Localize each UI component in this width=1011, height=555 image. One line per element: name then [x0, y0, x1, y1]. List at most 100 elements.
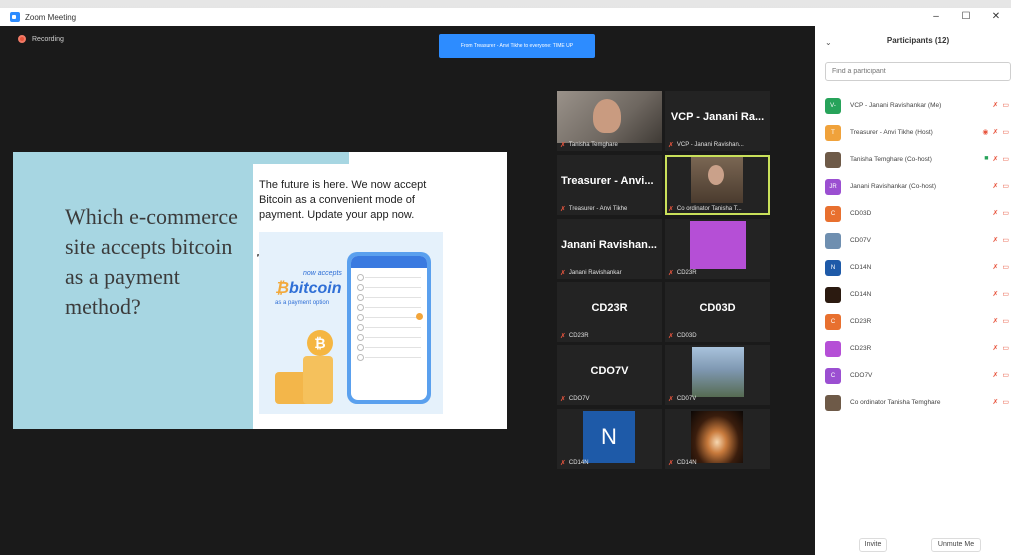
participant-name: CD07V — [850, 237, 871, 244]
tile-name-text: CD14N — [568, 460, 589, 466]
participant-row[interactable]: V- VCP - Janani Ravishankar (Me) ✗ ▭ — [825, 92, 1011, 119]
tile-display-name: CDO7V — [590, 365, 629, 377]
participant-row[interactable]: C CD23R ✗ ▭ — [825, 308, 1011, 335]
video-off-icon: ▭ — [1002, 318, 1009, 325]
tile-name-text: VCP - Janani Ravishan... — [676, 142, 744, 148]
video-off-icon: ▭ — [1002, 372, 1009, 379]
chat-notification[interactable]: From Treasurer - Anvi Tikhe to everyone:… — [439, 34, 595, 58]
tile-name-text: Janani Ravishankar — [568, 270, 622, 276]
muted-mic-icon: ✗ — [992, 156, 999, 163]
participant-row[interactable]: C CD03D ✗ ▭ — [825, 200, 1011, 227]
video-tile[interactable]: ✗ Tanisha Temghare — [557, 91, 662, 151]
participant-row[interactable]: Co ordinator Tanisha Temghare ✗ ▭ — [825, 389, 1011, 416]
participant-avatar: JR — [825, 178, 841, 195]
phone-row — [357, 334, 421, 341]
video-tile[interactable]: ✗ Co ordinator Tanisha T... — [665, 155, 770, 215]
participant-avatar: C — [825, 367, 841, 384]
video-tile[interactable]: Janani Ravishan... ✗ Janani Ravishankar — [557, 219, 662, 279]
participant-avatar: C — [825, 313, 841, 330]
participant-status-icons: ✗ ▭ — [993, 101, 1010, 109]
video-tile[interactable]: CD23R ✗ CD23R — [557, 282, 662, 342]
zoom-window: Zoom Meeting – ☐ ✕ Recording From Treasu… — [0, 8, 1011, 555]
video-off-icon: ▭ — [1002, 210, 1009, 217]
participant-row[interactable]: N CD14N ✗ ▭ — [825, 254, 1011, 281]
tile-name-label: ✗ CD23R — [560, 332, 589, 340]
video-tile[interactable]: ✗ CD07V — [665, 345, 770, 405]
tile-name-text: CD03D — [676, 333, 697, 339]
muted-mic-icon: ✗ — [668, 270, 674, 277]
participant-avatar-initial: N — [583, 411, 635, 463]
zoom-logo-icon — [10, 12, 20, 22]
participant-name: Treasurer - Anvi Tikhe (Host) — [850, 129, 933, 136]
participant-video — [691, 157, 743, 203]
participant-row[interactable]: T Treasurer - Anvi Tikhe (Host) ◉ ✗ ▭ — [825, 119, 1011, 146]
tile-name-label: ✗ CD23R — [668, 269, 697, 277]
participant-avatar-image — [690, 221, 746, 269]
participant-video — [557, 91, 662, 143]
participant-avatar-image — [692, 347, 744, 397]
participant-search-input[interactable] — [825, 62, 1011, 81]
tile-name-text: CD23R — [568, 333, 589, 339]
video-off-icon: ▭ — [1002, 264, 1009, 271]
muted-mic-icon: ✗ — [560, 333, 566, 340]
tile-name-label: ✗ CDO7V — [560, 395, 590, 403]
participant-avatar — [825, 232, 841, 249]
participant-name: CDO7V — [850, 372, 873, 379]
participant-row[interactable]: C CDO7V ✗ ▭ — [825, 362, 1011, 389]
muted-mic-icon: ✗ — [992, 264, 999, 271]
phone-screen — [351, 256, 427, 400]
bitcoin-coin-icon: ₿ — [307, 330, 333, 356]
muted-mic-icon: ✗ — [560, 270, 566, 277]
invite-button[interactable]: Invite — [859, 538, 887, 552]
window-title: Zoom Meeting — [25, 12, 77, 22]
tile-name-text: Tanisha Temghare — [568, 142, 618, 148]
tile-name-label: ✗ CD03D — [668, 332, 697, 340]
muted-mic-icon: ✗ — [560, 142, 566, 149]
participant-avatar: V- — [825, 97, 841, 114]
video-tile[interactable]: CD03D ✗ CD03D — [665, 282, 770, 342]
minimize-button[interactable]: – — [921, 8, 951, 26]
tile-name-label: ✗ VCP - Janani Ravishan... — [668, 141, 744, 149]
tile-display-name: Janani Ravishan... — [561, 239, 657, 251]
participant-status-icons: ✗ ▭ — [993, 317, 1010, 325]
participant-name: CD23R — [850, 318, 872, 325]
recording-icon: ◉ — [982, 129, 989, 136]
participant-row[interactable]: Tanisha Temghare (Co-host) ■ ✗ ▭ — [825, 146, 1011, 173]
phone-row — [357, 274, 421, 281]
tile-display-name: VCP - Janani Ra... — [670, 111, 765, 123]
video-tile[interactable]: ✗ CD23R — [665, 219, 770, 279]
close-button[interactable]: ✕ — [981, 8, 1011, 26]
participant-row[interactable]: CD23R ✗ ▭ — [825, 335, 1011, 362]
video-off-icon: ▭ — [1002, 183, 1009, 190]
title-bar: Zoom Meeting – ☐ ✕ — [0, 8, 1011, 26]
tile-name-text: Treasurer - Anvi Tikhe — [568, 206, 628, 212]
muted-mic-icon: ✗ — [992, 210, 999, 217]
video-tile[interactable]: N ✗ CD14N — [557, 409, 662, 469]
tile-display-name: CD03D — [699, 302, 736, 314]
video-off-icon: ▭ — [1002, 291, 1009, 298]
participant-row[interactable]: CD07V ✗ ▭ — [825, 227, 1011, 254]
participant-status-icons: ✗ ▭ — [993, 398, 1010, 406]
recording-indicator[interactable]: Recording — [18, 35, 64, 43]
video-tile[interactable]: ✗ CD14N — [665, 409, 770, 469]
tile-name-label: ✗ CD14N — [560, 459, 589, 467]
window-controls: – ☐ ✕ — [921, 8, 1011, 26]
video-tile[interactable]: Treasurer - Anvi... ✗ Treasurer - Anvi Tik… — [557, 155, 662, 215]
video-tile[interactable]: CDO7V ✗ CDO7V — [557, 345, 662, 405]
participant-row[interactable]: JR Janani Ravishankar (Co-host) ✗ ▭ — [825, 173, 1011, 200]
muted-mic-icon: ✗ — [992, 183, 999, 190]
video-off-icon: ▭ — [1002, 102, 1009, 109]
recording-label: Recording — [32, 35, 64, 43]
phone-app-bar — [351, 256, 427, 268]
maximize-button[interactable]: ☐ — [951, 8, 981, 26]
participant-status-icons: ✗ ▭ — [993, 209, 1010, 217]
muted-mic-icon: ✗ — [668, 142, 674, 149]
phone-row — [357, 284, 421, 291]
muted-mic-icon: ✗ — [668, 460, 674, 467]
unmute-me-button[interactable]: Unmute Me — [931, 538, 981, 552]
participant-row[interactable]: CD14N ✗ ▭ — [825, 281, 1011, 308]
slide-title: Which e-commerce site accepts bitcoin as… — [65, 204, 238, 319]
meeting-area: Recording From Treasurer - Anvi Tikhe to… — [10, 26, 815, 555]
video-tile[interactable]: VCP - Janani Ra... ✗ VCP - Janani Ravishan… — [665, 91, 770, 151]
participant-name: CD23R — [850, 345, 872, 352]
